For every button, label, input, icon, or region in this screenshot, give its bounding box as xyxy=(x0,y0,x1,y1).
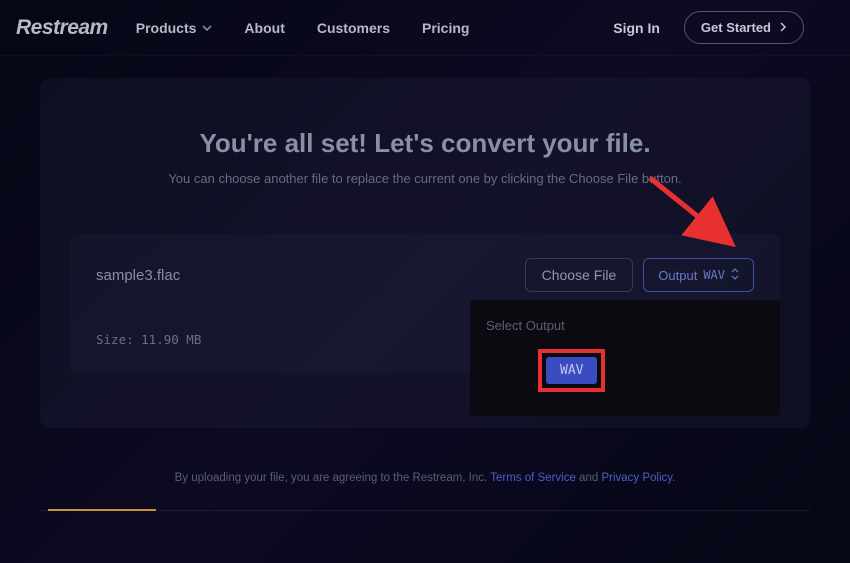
output-format-button[interactable]: Output WAV xyxy=(643,258,754,292)
output-option-wav[interactable]: WAV xyxy=(546,357,597,384)
converter-card: You're all set! Let's convert your file.… xyxy=(40,78,810,428)
output-format-value: WAV xyxy=(703,268,725,282)
subtext: You can choose another file to replace t… xyxy=(70,171,780,186)
nav-products[interactable]: Products xyxy=(136,20,213,36)
file-row: sample3.flac Choose File Output WAV xyxy=(96,258,754,292)
file-actions: Choose File Output WAV xyxy=(525,258,754,292)
privacy-policy-link[interactable]: Privacy Policy xyxy=(601,472,672,484)
dropdown-title: Select Output xyxy=(486,318,764,333)
file-name: sample3.flac xyxy=(96,267,180,284)
nav-about[interactable]: About xyxy=(244,20,284,36)
get-started-button[interactable]: Get Started xyxy=(684,11,804,44)
file-box: sample3.flac Choose File Output WAV Size… xyxy=(70,234,780,373)
choose-file-button[interactable]: Choose File xyxy=(525,258,634,292)
progress-fill xyxy=(48,509,156,511)
chevron-down-icon xyxy=(202,20,212,36)
terms-of-service-link[interactable]: Terms of Service xyxy=(490,472,576,484)
annotation-highlight-box: WAV xyxy=(538,349,605,392)
header-right: Sign In Get Started xyxy=(613,11,804,44)
sign-in-link[interactable]: Sign In xyxy=(613,20,660,36)
footer-prefix: By uploading your file, you are agreeing… xyxy=(175,472,491,484)
get-started-label: Get Started xyxy=(701,20,771,35)
output-label: Output xyxy=(658,268,697,283)
nav-customers[interactable]: Customers xyxy=(317,20,390,36)
main-nav: Products About Customers Pricing xyxy=(136,20,614,36)
footer-and: and xyxy=(576,472,602,484)
nav-products-label: Products xyxy=(136,20,197,36)
chevron-right-icon xyxy=(779,20,787,35)
headline: You're all set! Let's convert your file. xyxy=(70,128,780,159)
output-dropdown: Select Output WAV xyxy=(470,300,780,416)
legal-footer: By uploading your file, you are agreeing… xyxy=(0,472,850,484)
nav-pricing[interactable]: Pricing xyxy=(422,20,469,36)
footer-suffix: . xyxy=(672,472,675,484)
updown-icon xyxy=(731,268,739,283)
logo[interactable]: Restream xyxy=(16,16,108,40)
site-header: Restream Products About Customers Pricin… xyxy=(0,0,850,56)
